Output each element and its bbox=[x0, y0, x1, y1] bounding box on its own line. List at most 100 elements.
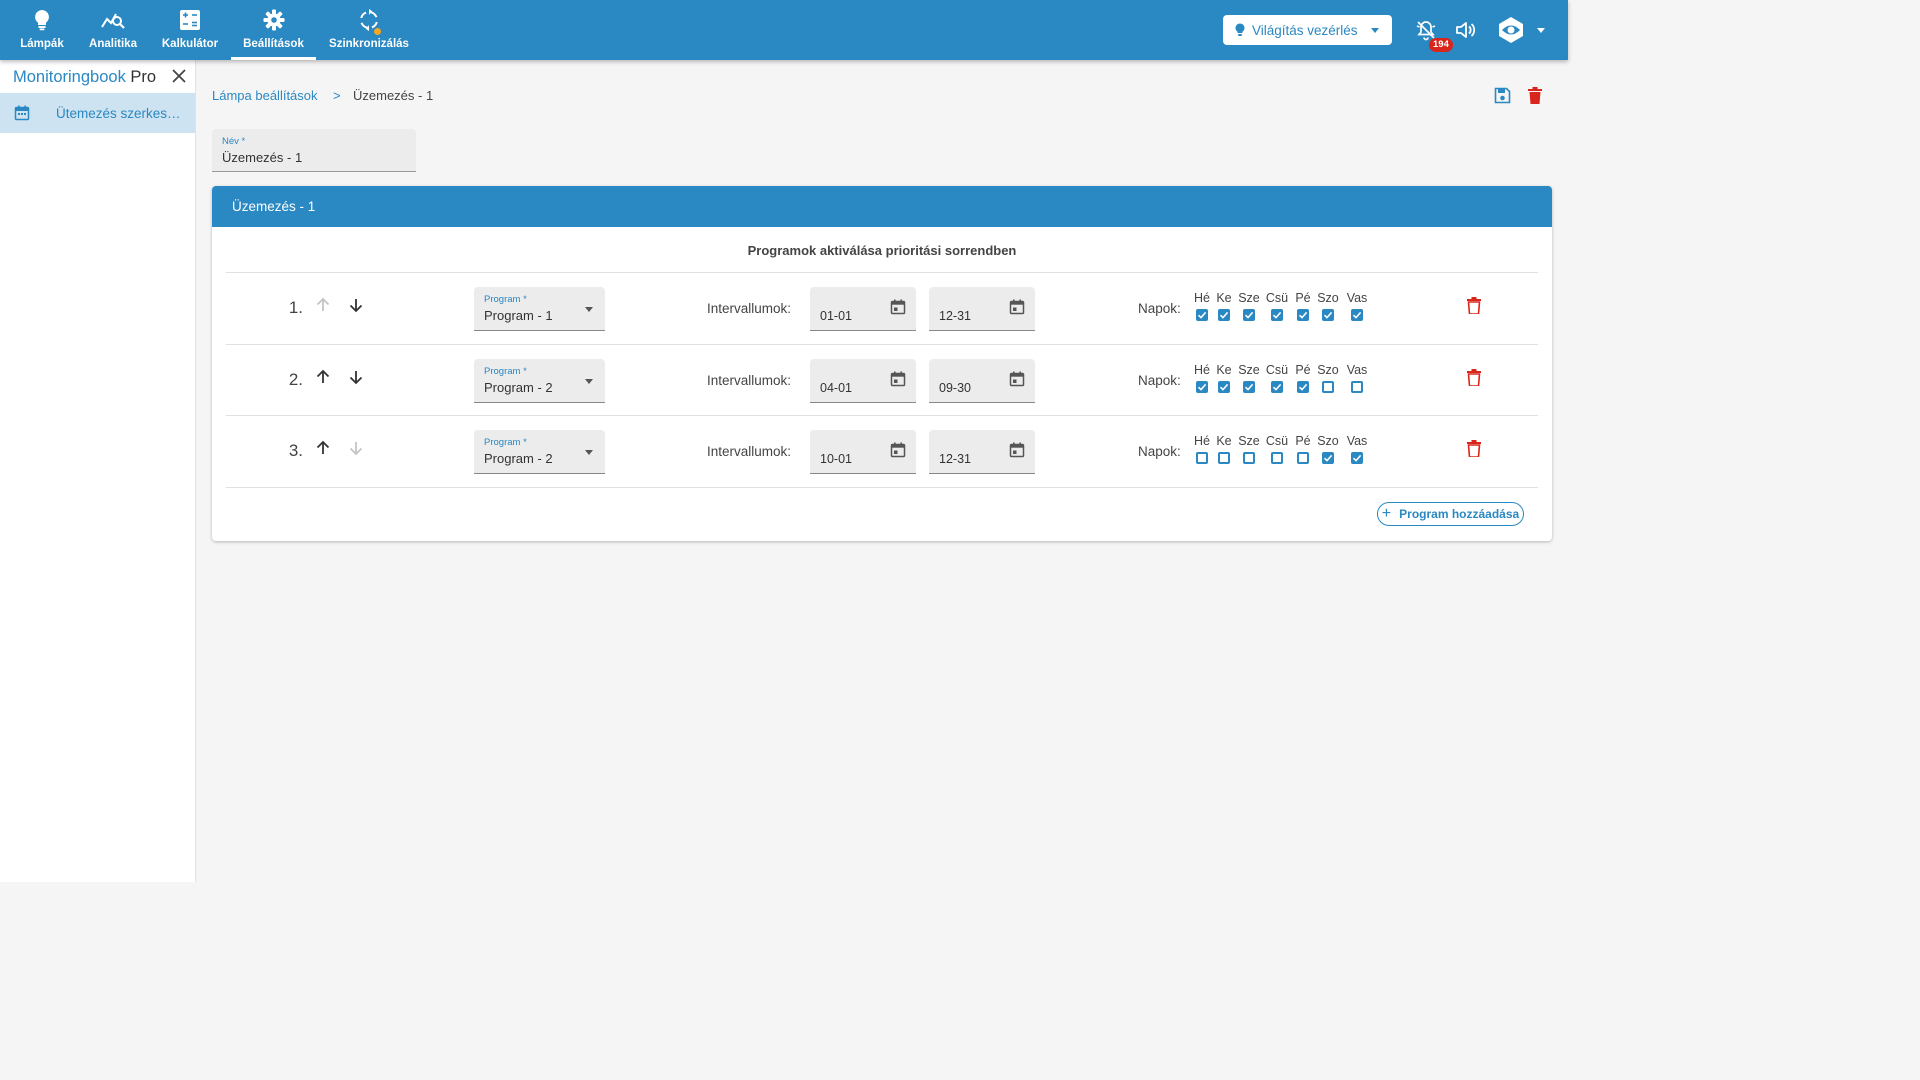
nav-szinkronizalas[interactable]: Szinkronizálás bbox=[326, 0, 412, 60]
interval-end-field[interactable]: 12-31 bbox=[929, 430, 1035, 474]
delete-program-button[interactable] bbox=[1467, 369, 1481, 391]
dropdown-label: Világítás vezérlés bbox=[1252, 22, 1358, 38]
breadcrumb-parent-link[interactable]: Lámpa beállítások bbox=[212, 88, 318, 103]
day-checkbox[interactable] bbox=[1243, 452, 1255, 464]
interval-start-field[interactable]: 04-01 bbox=[810, 359, 916, 403]
nav-beallitasok[interactable]: Beállítások bbox=[231, 0, 316, 60]
day-name: Szo bbox=[1317, 434, 1339, 448]
day-checkbox-group: Ke bbox=[1210, 363, 1238, 398]
interval-end-field[interactable]: 09-30 bbox=[929, 359, 1035, 403]
day-checkbox[interactable] bbox=[1351, 309, 1363, 321]
lightbulb-icon bbox=[1235, 23, 1245, 36]
day-checkbox[interactable] bbox=[1322, 452, 1334, 464]
day-checkbox[interactable] bbox=[1351, 452, 1363, 464]
day-checkbox-group: Vas bbox=[1343, 434, 1371, 469]
day-name: Vas bbox=[1346, 434, 1368, 448]
day-checkbox[interactable] bbox=[1297, 309, 1309, 321]
day-checkbox[interactable] bbox=[1243, 381, 1255, 393]
day-checkbox[interactable] bbox=[1271, 309, 1283, 321]
move-up-button[interactable] bbox=[315, 440, 331, 461]
name-field[interactable]: Név * Üzemezés - 1 bbox=[212, 129, 416, 172]
move-down-button[interactable] bbox=[348, 297, 364, 318]
calendar-icon[interactable] bbox=[1009, 371, 1025, 392]
sidebar-item-schedule-edit[interactable]: Ütemezés szerkesztése bbox=[0, 93, 195, 133]
day-checkbox[interactable] bbox=[1196, 309, 1208, 321]
move-down-button bbox=[348, 440, 364, 461]
day-checkbox[interactable] bbox=[1271, 452, 1283, 464]
day-checkbox[interactable] bbox=[1243, 309, 1255, 321]
program-select[interactable]: Program * Program - 1 bbox=[474, 287, 605, 331]
intervals-label: Intervallumok: bbox=[707, 373, 792, 388]
day-checkbox[interactable] bbox=[1196, 452, 1208, 464]
interval-end-value: 09-30 bbox=[939, 381, 971, 395]
move-up-button[interactable] bbox=[315, 369, 331, 390]
calendar-icon[interactable] bbox=[890, 442, 906, 463]
program-select-value: Program - 2 bbox=[484, 451, 553, 466]
day-checkbox[interactable] bbox=[1297, 452, 1309, 464]
nav-label: Lámpák bbox=[20, 38, 64, 50]
notification-count-badge: 194 bbox=[1429, 38, 1453, 52]
program-select[interactable]: Program * Program - 2 bbox=[474, 430, 605, 474]
calendar-icon[interactable] bbox=[890, 371, 906, 392]
intervals-label: Intervallumok: bbox=[707, 444, 792, 459]
trash-icon bbox=[1467, 297, 1481, 318]
day-name: Sze bbox=[1238, 291, 1260, 305]
priority-number: 3. bbox=[288, 441, 303, 460]
day-name: Szo bbox=[1317, 291, 1339, 305]
schedule-card-header: Üzemezés - 1 bbox=[212, 186, 1552, 227]
close-icon bbox=[172, 69, 186, 83]
interval-start-value: 10-01 bbox=[820, 452, 852, 466]
schedule-card-title: Üzemezés - 1 bbox=[232, 199, 316, 214]
top-bar: Lámpák Analitika Kalkulátor Beállítások … bbox=[0, 0, 1568, 60]
arrow-down-icon bbox=[348, 371, 364, 389]
day-checkbox[interactable] bbox=[1218, 309, 1230, 321]
interval-end-field[interactable]: 12-31 bbox=[929, 287, 1035, 331]
calendar-icon[interactable] bbox=[1009, 299, 1025, 320]
interval-end-value: 12-31 bbox=[939, 452, 971, 466]
lighting-control-dropdown[interactable]: Világítás vezérlés bbox=[1223, 15, 1392, 45]
day-checkbox[interactable] bbox=[1271, 381, 1283, 393]
add-program-button[interactable]: + Program hozzáadása bbox=[1377, 502, 1524, 526]
day-name: Ke bbox=[1216, 363, 1232, 377]
day-checkbox[interactable] bbox=[1297, 381, 1309, 393]
program-select-label: Program * bbox=[484, 366, 527, 377]
day-checkbox-group: Sze bbox=[1235, 434, 1263, 469]
delete-program-button[interactable] bbox=[1467, 440, 1481, 462]
account-logo-icon bbox=[1498, 17, 1523, 43]
calendar-icon[interactable] bbox=[1009, 442, 1025, 463]
day-checkbox-group: Csü bbox=[1263, 363, 1291, 398]
day-name: Vas bbox=[1346, 363, 1368, 377]
day-checkbox[interactable] bbox=[1322, 309, 1334, 321]
day-checkbox[interactable] bbox=[1218, 381, 1230, 393]
day-checkbox[interactable] bbox=[1196, 381, 1208, 393]
program-select[interactable]: Program * Program - 2 bbox=[474, 359, 605, 403]
nav-kalkulator[interactable]: Kalkulátor bbox=[158, 0, 222, 60]
day-checkbox[interactable] bbox=[1351, 381, 1363, 393]
day-checkbox[interactable] bbox=[1218, 452, 1230, 464]
day-name: Ke bbox=[1216, 291, 1232, 305]
trash-icon bbox=[1528, 87, 1542, 104]
delete-program-button[interactable] bbox=[1467, 297, 1481, 319]
move-down-button[interactable] bbox=[348, 369, 364, 390]
move-up-button bbox=[315, 297, 331, 318]
save-button[interactable] bbox=[1494, 87, 1511, 109]
day-checkbox[interactable] bbox=[1322, 381, 1334, 393]
program-select-value: Program - 1 bbox=[484, 308, 553, 323]
interval-start-field[interactable]: 01-01 bbox=[810, 287, 916, 331]
close-sidebar-button[interactable] bbox=[171, 68, 187, 89]
volume-button[interactable] bbox=[1452, 18, 1478, 42]
program-select-label: Program * bbox=[484, 294, 527, 305]
schedule-card-subtitle: Programok aktiválása prioritási sorrendb… bbox=[747, 243, 1017, 258]
calendar-icon[interactable] bbox=[890, 299, 906, 320]
program-row: 3. Program * Program - 2 Intervallumok: 10-0… bbox=[212, 416, 1552, 487]
nav-analitika[interactable]: Analitika bbox=[83, 0, 143, 60]
nav-lampak[interactable]: Lámpák bbox=[12, 0, 72, 60]
schedule-card: Üzemezés - 1 Programok aktiválása priori… bbox=[212, 186, 1552, 541]
user-menu-button[interactable] bbox=[1492, 13, 1548, 47]
days-label: Napok: bbox=[1138, 444, 1181, 459]
brand-suffix: Pro bbox=[130, 68, 157, 86]
interval-start-field[interactable]: 10-01 bbox=[810, 430, 916, 474]
nav-label: Analitika bbox=[89, 38, 137, 50]
add-program-label: Program hozzáadása bbox=[1399, 507, 1520, 521]
delete-schedule-button[interactable] bbox=[1528, 87, 1542, 109]
